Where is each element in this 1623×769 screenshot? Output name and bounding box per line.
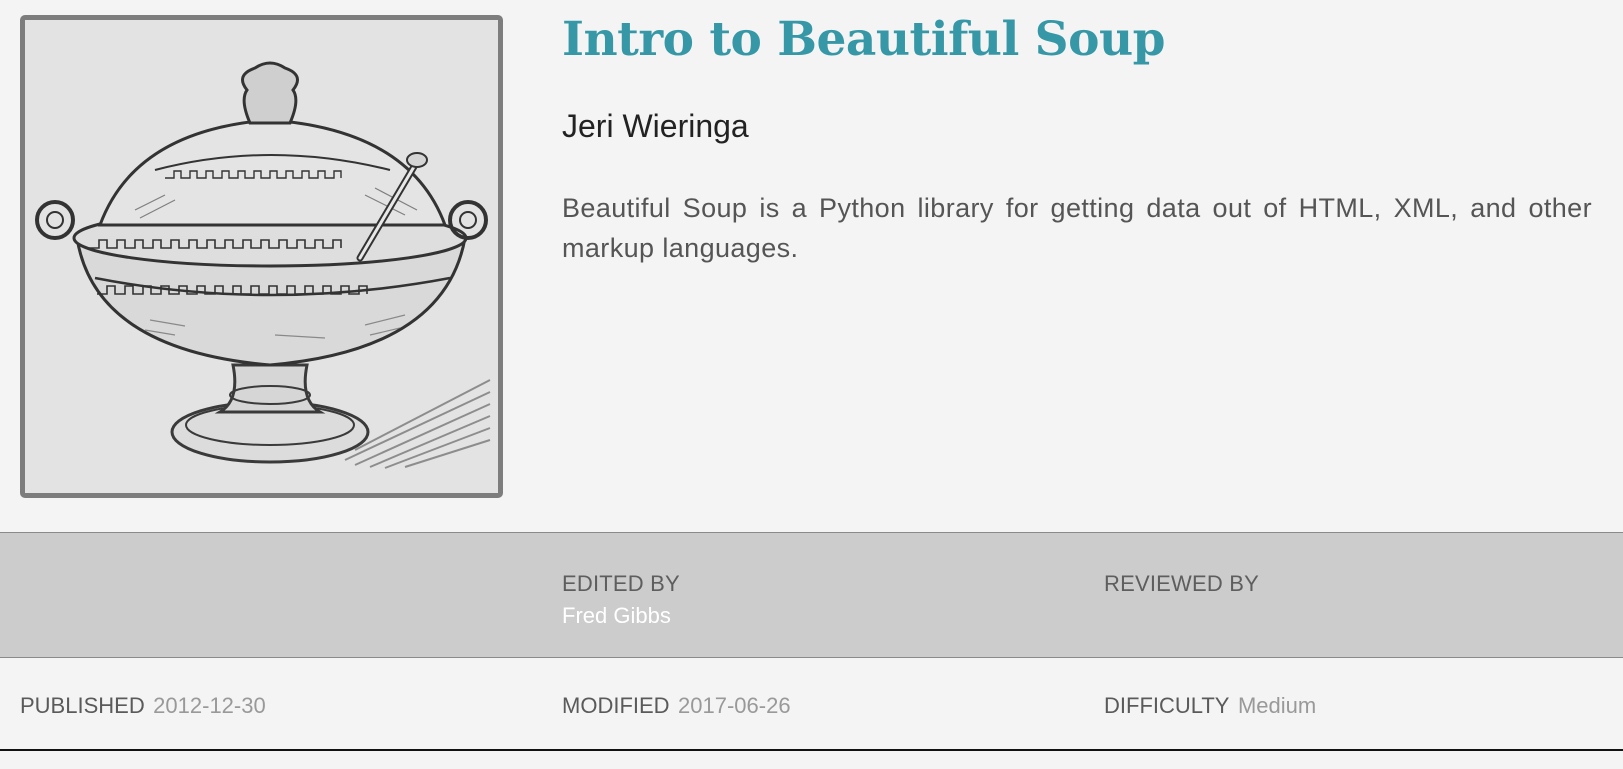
published-info: PUBLISHED 2012-12-30 xyxy=(20,693,266,719)
lesson-header: Intro to Beautiful Soup Jeri Wieringa Be… xyxy=(0,0,1623,532)
difficulty-value-link[interactable]: Medium xyxy=(1238,693,1316,718)
reviewed-by-section: REVIEWED BY xyxy=(1104,571,1259,597)
published-date: 2012-12-30 xyxy=(153,693,266,718)
credits-band: EDITED BY Fred Gibbs REVIEWED BY xyxy=(0,532,1623,658)
soup-tureen-illustration xyxy=(25,20,498,493)
lesson-title: Intro to Beautiful Soup xyxy=(562,12,1166,67)
difficulty-info: DIFFICULTY Medium xyxy=(1104,693,1316,719)
lesson-author: Jeri Wieringa xyxy=(562,108,749,144)
published-label: PUBLISHED xyxy=(20,693,145,718)
edited-by-label: EDITED BY xyxy=(562,571,680,596)
lesson-cover-image xyxy=(20,15,503,498)
editor-link[interactable]: Fred Gibbs xyxy=(562,603,680,629)
modified-date-link[interactable]: 2017-06-26 xyxy=(678,693,791,718)
edited-by-section: EDITED BY Fred Gibbs xyxy=(562,571,680,629)
lesson-page: Intro to Beautiful Soup Jeri Wieringa Be… xyxy=(0,0,1623,769)
lesson-abstract: Beautiful Soup is a Python library for g… xyxy=(562,193,1592,263)
modified-info: MODIFIED 2017-06-26 xyxy=(562,693,791,719)
modified-label: MODIFIED xyxy=(562,693,670,718)
lesson-metadata: PUBLISHED 2012-12-30 MODIFIED 2017-06-26… xyxy=(0,658,1623,751)
difficulty-label: DIFFICULTY xyxy=(1104,693,1230,718)
reviewed-by-label: REVIEWED BY xyxy=(1104,571,1260,596)
